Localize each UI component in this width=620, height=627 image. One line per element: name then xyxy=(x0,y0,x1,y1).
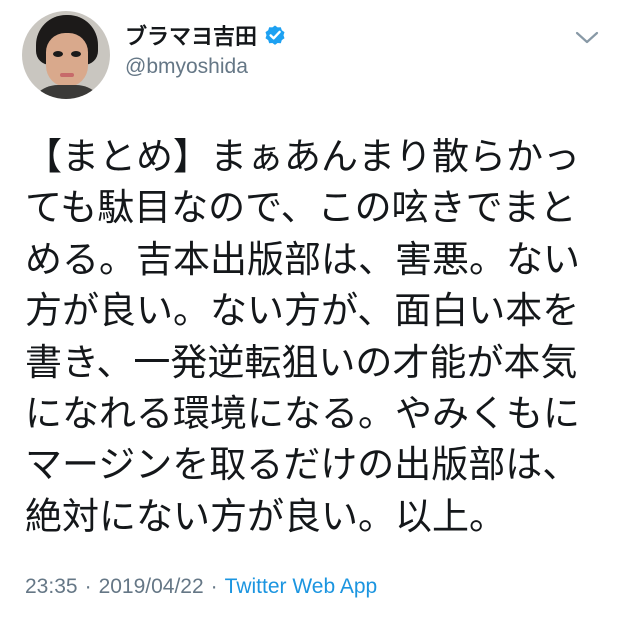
tweet-time[interactable]: 23:35 xyxy=(25,575,78,599)
tweet-date[interactable]: 2019/04/22 xyxy=(99,575,204,599)
user-handle[interactable]: @bmyoshida xyxy=(125,55,248,79)
tweet-line: になれる環境になる。やみくもに xyxy=(25,391,580,435)
tweet-line: 【まとめ】まぁあんまり散らかっ xyxy=(25,135,580,178)
meta-separator: · xyxy=(210,575,218,598)
avatar-shirt xyxy=(28,85,106,99)
tweet-source-link[interactable]: Twitter Web App xyxy=(225,575,378,599)
avatar-face xyxy=(46,33,88,87)
tweet-line: 書き、一発逆転狙いの才能が本気 xyxy=(25,340,578,384)
tweet-card: ブラマヨ吉田 @bmyoshida 【まとめ】まぁあんまり散らかっ ても駄目なの… xyxy=(0,0,620,627)
avatar-eye-left xyxy=(53,51,63,57)
tweet-line: マージンを取るだけの出版部は、 xyxy=(25,443,580,487)
tweet-line: ても駄目なので、この呟きでまと xyxy=(25,186,577,230)
verified-badge-icon xyxy=(263,23,287,47)
tweet-text: 【まとめ】まぁあんまり散らかっ ても駄目なので、この呟きでまと める。吉本出版部… xyxy=(25,131,615,542)
tweet-line: 方が良い。ない方が、面白い本を xyxy=(25,289,580,333)
avatar[interactable] xyxy=(22,11,110,99)
tweet-meta: 23:35 · 2019/04/22 · Twitter Web App xyxy=(25,575,377,599)
meta-separator: · xyxy=(84,575,92,598)
display-name[interactable]: ブラマヨ吉田 xyxy=(125,19,257,51)
avatar-mouth xyxy=(60,73,74,77)
author-name-row: ブラマヨ吉田 xyxy=(125,20,287,50)
chevron-down-icon[interactable] xyxy=(574,28,600,48)
tweet-line: める。吉本出版部は、害悪。ない xyxy=(25,237,580,281)
avatar-eye-right xyxy=(71,51,81,57)
tweet-line: 絶対にない方が良い。以上。 xyxy=(25,494,506,538)
